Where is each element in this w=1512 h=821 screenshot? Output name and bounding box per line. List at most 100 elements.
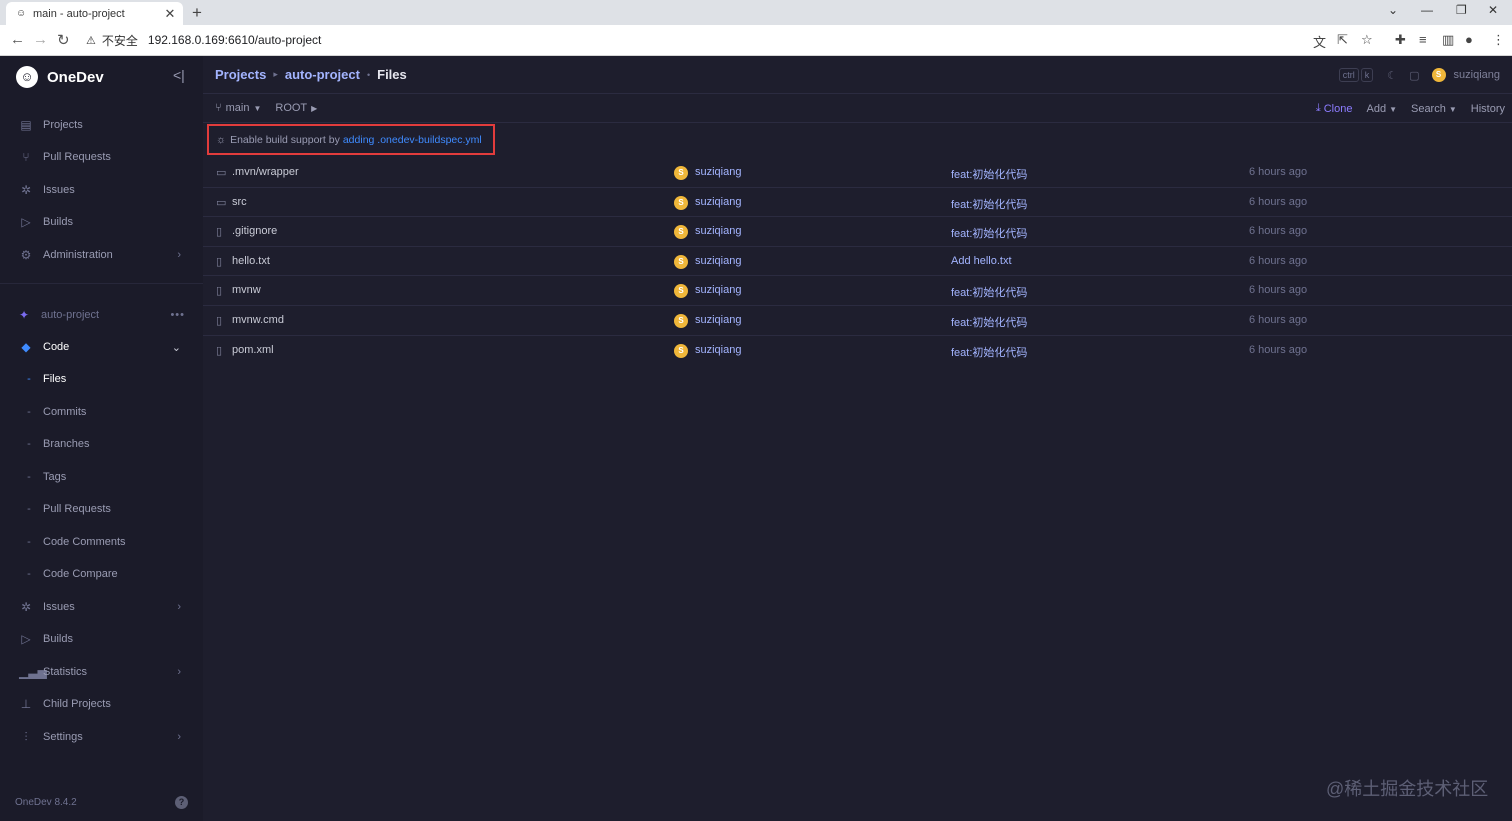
clone-button[interactable]: Clone	[1324, 103, 1353, 115]
bug-icon: ✲	[20, 600, 32, 614]
sidebar-item-statistics[interactable]: ▁▃▅ Statistics ›	[0, 657, 203, 687]
sidebar-subitem-code-comments[interactable]: - Code Comments	[0, 527, 203, 557]
sidebar-item-pull-requests[interactable]: ⑂ Pull Requests	[0, 142, 203, 172]
sidebar-subitem-files[interactable]: - Files	[0, 364, 203, 394]
chevron-down-icon[interactable]: ▼	[253, 104, 261, 113]
add-button[interactable]: Add ▼	[1366, 103, 1397, 115]
help-icon[interactable]: ?	[175, 796, 188, 809]
restore-icon[interactable]: ❐	[1456, 3, 1467, 17]
sidebar-item-settings[interactable]: ⫶ Settings ›	[0, 722, 203, 752]
back-icon[interactable]: ←	[10, 31, 25, 48]
chat-icon[interactable]: ▢	[1409, 69, 1419, 82]
file-name[interactable]: mvnw.cmd	[232, 314, 284, 326]
commit-author[interactable]: suziqiang	[695, 284, 741, 296]
table-row: ▯ mvnw.cmd S suziqiang feat:初始化代码 6 hour…	[203, 306, 1512, 336]
bullet-dash-icon: -	[27, 503, 31, 515]
current-project[interactable]: ✦ auto-project •••	[0, 302, 203, 328]
reading-list-icon[interactable]: ≡	[1419, 32, 1427, 47]
more-options-icon[interactable]: •••	[170, 309, 185, 321]
sidebar-item-projects[interactable]: ▤ Projects	[0, 110, 203, 140]
extensions-icon[interactable]: ✚	[1395, 32, 1406, 48]
translate-icon[interactable]: 文	[1313, 32, 1326, 51]
search-button[interactable]: Search ▼	[1411, 103, 1457, 115]
sidebar-item-project-issues[interactable]: ✲ Issues ›	[0, 592, 203, 622]
sidebar-item-label: Builds	[43, 216, 73, 228]
browser-menu-icon[interactable]: ⋮	[1492, 32, 1505, 48]
sidebar-item-label: Child Projects	[43, 698, 111, 710]
sidebar-subitem-commits[interactable]: - Commits	[0, 397, 203, 427]
sidebar-item-code[interactable]: ◆ Code ⌄	[0, 332, 203, 362]
file-name[interactable]: src	[232, 196, 247, 208]
collapse-sidebar-icon[interactable]: <|	[173, 67, 185, 83]
sliders-icon: ⫶	[24, 729, 28, 744]
commit-author[interactable]: suziqiang	[695, 314, 741, 326]
commit-message[interactable]: feat:初始化代码	[951, 225, 1027, 241]
commit-message[interactable]: feat:初始化代码	[951, 284, 1027, 300]
add-buildspec-link[interactable]: adding .onedev-buildspec.yml	[343, 134, 482, 146]
chevron-right-icon[interactable]: ▶	[311, 104, 317, 113]
commit-author[interactable]: suziqiang	[695, 344, 741, 356]
commit-message[interactable]: feat:初始化代码	[951, 314, 1027, 330]
project-name: auto-project	[41, 309, 100, 321]
file-name[interactable]: hello.txt	[232, 255, 270, 267]
sidebar-item-child-projects[interactable]: ⊥ Child Projects	[0, 689, 203, 719]
side-panel-icon[interactable]: ▥	[1442, 32, 1454, 48]
sidebar-subitem-label: Code Compare	[43, 568, 118, 580]
table-row: ▯ hello.txt S suziqiang Add hello.txt 6 …	[203, 247, 1512, 277]
commit-time: 6 hours ago	[1249, 195, 1308, 208]
bullet-dash-icon: -	[27, 438, 31, 450]
sidebar-subitem-tags[interactable]: - Tags	[0, 462, 203, 492]
sidebar-subitem-pull-requests[interactable]: - Pull Requests	[0, 494, 203, 524]
commit-author[interactable]: suziqiang	[695, 225, 741, 237]
new-tab-icon[interactable]: +	[192, 3, 202, 23]
dark-mode-moon-icon[interactable]: ☾	[1387, 69, 1397, 82]
commit-message[interactable]: feat:初始化代码	[951, 196, 1027, 212]
file-name[interactable]: pom.xml	[232, 344, 274, 356]
onedev-logo-icon: ☺	[16, 66, 38, 88]
shortcut-k[interactable]: k	[1360, 68, 1374, 82]
user-name[interactable]: suziqiang	[1454, 69, 1500, 81]
sidebar-item-issues[interactable]: ✲ Issues	[0, 175, 203, 205]
search-label: Search	[1410, 102, 1446, 115]
browser-tab[interactable]: ☺ main - auto-project ✕	[6, 2, 183, 25]
sidebar-subitem-branches[interactable]: - Branches	[0, 429, 203, 459]
avatar: S	[674, 166, 688, 180]
bookmark-star-icon[interactable]: ☆	[1361, 32, 1373, 48]
file-list: ▭ .mvn/wrapper S suziqiang feat:初始化代码 6 …	[203, 158, 1512, 365]
breadcrumb-project[interactable]: auto-project	[285, 67, 360, 82]
tab-search-icon[interactable]: ⌄	[1388, 3, 1398, 17]
share-icon[interactable]: ⇱	[1337, 32, 1348, 48]
avatar[interactable]: S	[1431, 68, 1446, 82]
file-name[interactable]: .mvn/wrapper	[232, 166, 299, 178]
file-name[interactable]: mvnw	[232, 284, 261, 296]
brand[interactable]: ☺ OneDev	[16, 66, 104, 88]
history-button[interactable]: History	[1471, 103, 1505, 115]
commit-author[interactable]: suziqiang	[695, 166, 741, 178]
close-tab-icon[interactable]: ✕	[163, 6, 177, 22]
commit-time: 6 hours ago	[1249, 225, 1308, 238]
sidebar-item-administration[interactable]: ⚙ Administration ›	[0, 240, 203, 270]
close-window-icon[interactable]: ✕	[1488, 3, 1498, 17]
commit-message[interactable]: feat:初始化代码	[951, 344, 1027, 360]
shortcut-ctrl[interactable]: ctrl	[1338, 68, 1359, 82]
commit-author[interactable]: suziqiang	[695, 196, 741, 208]
toolbar-actions: ⤓ Clone Add ▼ Search ▼ History	[1316, 102, 1505, 115]
path-root[interactable]: ROOT	[275, 102, 307, 114]
profile-icon[interactable]: ●	[1465, 32, 1473, 47]
file-name[interactable]: .gitignore	[232, 225, 277, 237]
page-header: Projects ▸ auto-project • Files ctrl k ☾…	[203, 56, 1512, 94]
url-field[interactable]: ⚠ 不安全 192.168.0.169:6610/auto-project	[82, 29, 1382, 51]
sidebar-item-project-builds[interactable]: ▷ Builds	[0, 624, 203, 654]
commit-message[interactable]: Add hello.txt	[951, 255, 1012, 267]
reload-icon[interactable]: ↻	[57, 31, 70, 49]
breadcrumb-projects[interactable]: Projects	[215, 67, 266, 82]
sidebar-subitem-label: Branches	[43, 438, 90, 450]
commit-message[interactable]: feat:初始化代码	[951, 166, 1027, 182]
minimize-icon[interactable]: —	[1421, 3, 1433, 17]
branch-name[interactable]: main	[226, 102, 250, 114]
forward-icon[interactable]: →	[33, 31, 48, 48]
sidebar-item-builds[interactable]: ▷ Builds	[0, 207, 203, 237]
branch-icon: ⑂	[215, 102, 222, 114]
sidebar-subitem-code-compare[interactable]: - Code Compare	[0, 559, 203, 589]
commit-author[interactable]: suziqiang	[695, 255, 741, 267]
